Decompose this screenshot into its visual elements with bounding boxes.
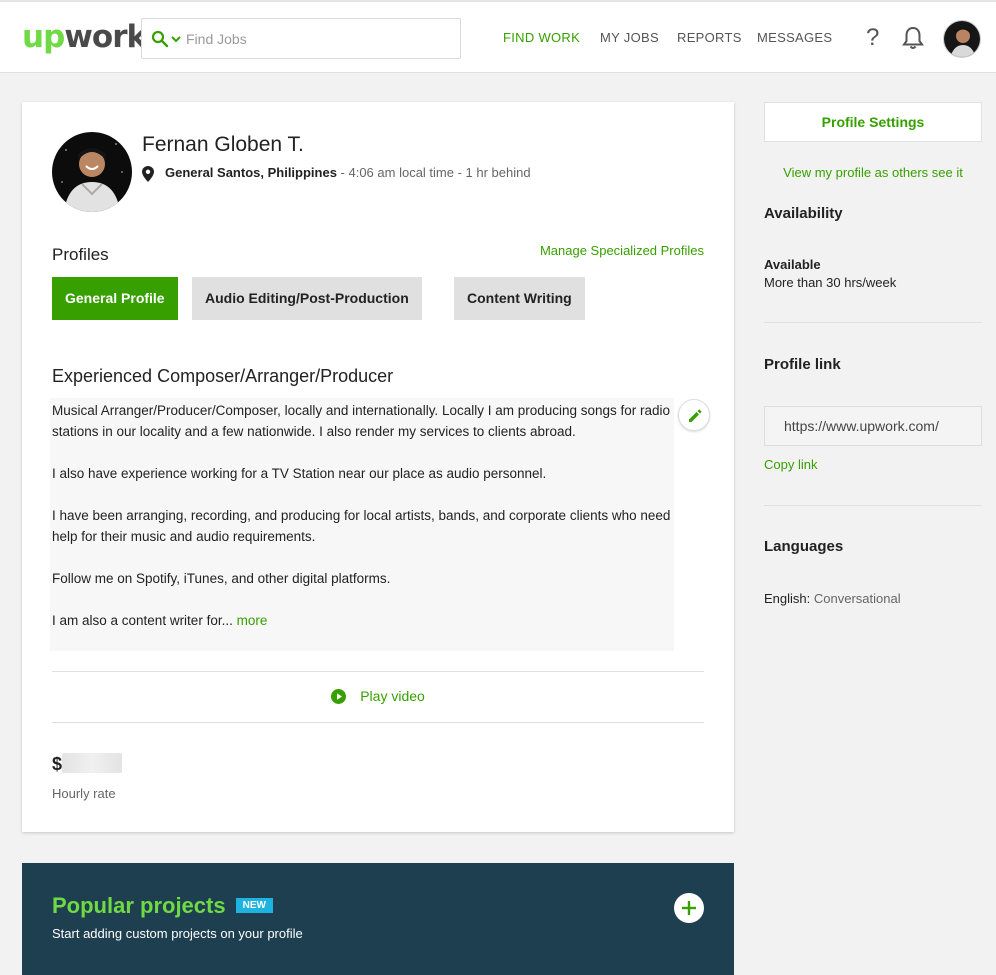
user-avatar[interactable] [943,20,981,58]
copy-link-button[interactable]: Copy link [764,457,817,472]
availability-status: Available [764,257,821,272]
popular-projects-heading: Popular projects NEW [52,893,273,919]
manage-specialized-profiles-link[interactable]: Manage Specialized Profiles [540,243,704,258]
tab-content-writing[interactable]: Content Writing [454,277,585,320]
profile-photo[interactable] [52,132,132,212]
overview-paragraph: Follow me on Spotify, iTunes, and other … [52,571,391,586]
play-circle-icon [331,689,347,704]
language-item: English: Conversational [764,591,901,606]
overview-paragraph: Musical Arranger/Producer/Composer, loca… [52,403,671,439]
divider [764,505,982,506]
nav-reports[interactable]: REPORTS [677,30,742,45]
profile-link-heading: Profile link [764,356,841,373]
new-badge: NEW [235,898,273,913]
divider [764,322,982,323]
availability-hours: More than 30 hrs/week [764,275,897,290]
upwork-logo[interactable]: upwork [22,19,147,55]
play-video-button[interactable]: Play video [22,688,734,704]
availability-heading: Availability [764,205,843,222]
profile-card: Fernan Globen T. General Santos, Philipp… [22,102,734,832]
languages-heading: Languages [764,538,844,555]
location-text: General Santos, Philippines [165,165,337,180]
popular-projects-banner: Popular projects NEW Start adding custom … [22,863,734,975]
chevron-down-icon[interactable] [170,33,182,45]
overview-paragraph: I am also a content writer for... more [52,613,268,628]
view-profile-as-others-link[interactable]: View my profile as others see it [764,165,982,180]
profile-name: Fernan Globen T. [142,133,304,156]
popular-projects-subtitle: Start adding custom projects on your pro… [52,926,303,941]
add-project-button[interactable] [674,893,704,923]
blurred-rate [62,753,123,773]
nav-find-work[interactable]: FIND WORK [503,30,580,45]
nav-messages[interactable]: MESSAGES [757,30,832,45]
hourly-rate-label: Hourly rate [52,786,116,801]
profile-overview: Musical Arranger/Producer/Composer, loca… [50,398,674,651]
edit-overview-button[interactable] [678,399,710,431]
profile-title: Experienced Composer/Arranger/Producer [52,366,394,386]
profile-link-field[interactable]: https://www.upwork.com/ [764,406,982,446]
more-link[interactable]: more [237,613,268,628]
hourly-rate-value: $ [52,753,123,775]
language-level: Conversational [813,591,901,606]
divider [52,722,704,723]
profiles-heading: Profiles [52,245,109,264]
bell-icon[interactable] [902,26,924,50]
overview-paragraph: I have been arranging, recording, and pr… [52,508,671,544]
profile-settings-button[interactable]: Profile Settings [764,102,982,142]
overview-paragraph: I also have experience working for a TV … [52,466,547,481]
tab-audio-editing[interactable]: Audio Editing/Post-Production [192,277,422,320]
search-input[interactable] [186,28,446,50]
location-info: General Santos, Philippines - 4:06 am lo… [165,165,531,180]
pencil-icon [689,409,702,422]
search-icon[interactable] [151,30,169,48]
search-box [141,18,461,59]
help-icon[interactable]: ? [866,24,879,52]
location-pin-icon [142,166,154,182]
nav-my-jobs[interactable]: MY JOBS [600,30,659,45]
divider [52,671,704,672]
top-nav-bar: upwork FIND WORK MY JOBS REPORTS MESSAGE… [0,0,996,73]
plus-icon [682,901,696,915]
local-time: - 4:06 am local time - 1 hr behind [336,165,531,180]
tab-general-profile[interactable]: General Profile [52,277,178,320]
